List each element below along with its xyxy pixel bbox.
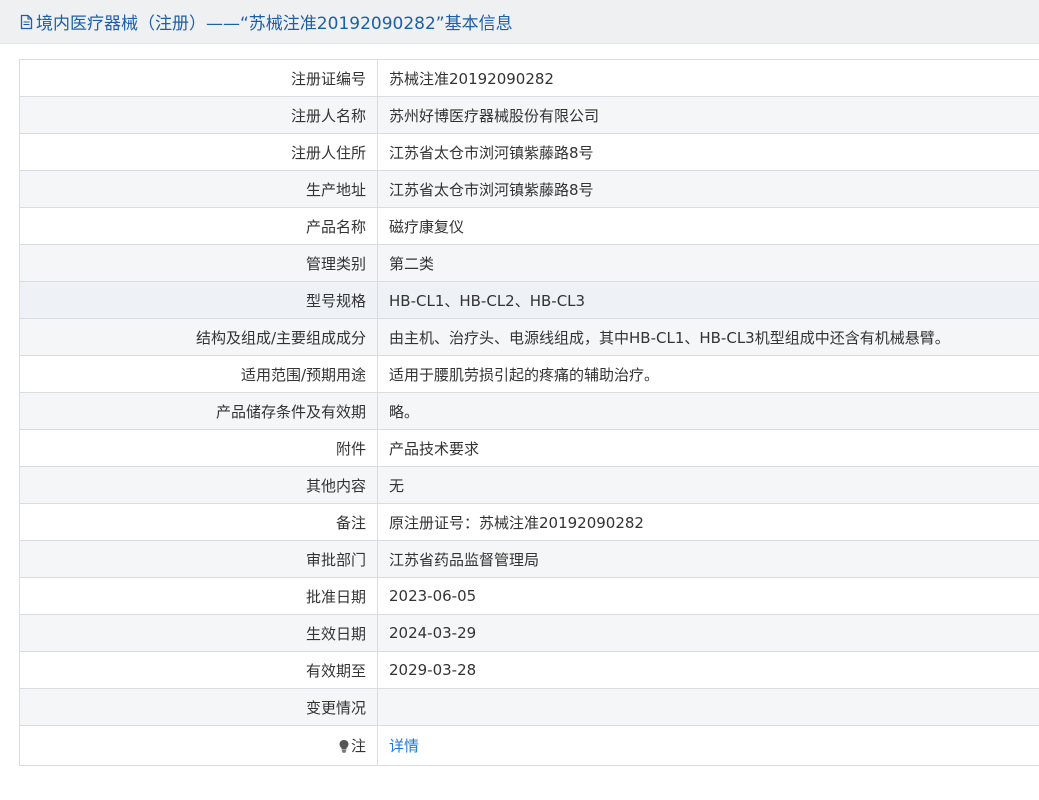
table-row: 其他内容 无 bbox=[19, 466, 1039, 504]
note-label-cell: 注 bbox=[19, 725, 378, 766]
table-row: 注册人名称 苏州好博医疗器械股份有限公司 bbox=[19, 96, 1039, 134]
row-value: 第二类 bbox=[377, 244, 1039, 282]
table-row: 注册证编号 苏械注准20192090282 bbox=[19, 59, 1039, 97]
row-value: 无 bbox=[377, 466, 1039, 504]
row-label: 产品名称 bbox=[19, 207, 378, 245]
page-header: 境内医疗器械（注册）——“苏械注准20192090282”基本信息 bbox=[0, 0, 1039, 44]
row-label: 产品储存条件及有效期 bbox=[19, 392, 378, 430]
page-title: 境内医疗器械（注册）——“苏械注准20192090282”基本信息 bbox=[36, 14, 513, 34]
row-label: 注册证编号 bbox=[19, 59, 378, 97]
row-value: 适用于腰肌劳损引起的疼痛的辅助治疗。 bbox=[377, 355, 1039, 393]
row-value: 2029-03-28 bbox=[377, 651, 1039, 689]
row-value: 由主机、治疗头、电源线组成，其中HB-CL1、HB-CL3机型组成中还含有机械悬… bbox=[377, 318, 1039, 356]
row-label: 结构及组成/主要组成成分 bbox=[19, 318, 378, 356]
table-row: 附件 产品技术要求 bbox=[19, 429, 1039, 467]
row-label: 其他内容 bbox=[19, 466, 378, 504]
row-label: 附件 bbox=[19, 429, 378, 467]
row-value: 苏州好博医疗器械股份有限公司 bbox=[377, 96, 1039, 134]
row-value bbox=[377, 688, 1039, 726]
details-link[interactable]: 详情 bbox=[389, 737, 419, 755]
row-value: 苏械注准20192090282 bbox=[377, 59, 1039, 97]
table-row: 生产地址 江苏省太仓市浏河镇紫藤路8号 bbox=[19, 170, 1039, 208]
row-label: 审批部门 bbox=[19, 540, 378, 578]
lightbulb-icon bbox=[339, 740, 349, 753]
table-row: 审批部门 江苏省药品监督管理局 bbox=[19, 540, 1039, 578]
row-label: 生效日期 bbox=[19, 614, 378, 652]
table-row: 管理类别 第二类 bbox=[19, 244, 1039, 282]
table-row: 备注 原注册证号：苏械注准20192090282 bbox=[19, 503, 1039, 541]
document-icon bbox=[20, 14, 33, 29]
row-value: 原注册证号：苏械注准20192090282 bbox=[377, 503, 1039, 541]
table-row: 产品名称 磁疗康复仪 bbox=[19, 207, 1039, 245]
row-label: 备注 bbox=[19, 503, 378, 541]
table-row: 有效期至 2029-03-28 bbox=[19, 651, 1039, 689]
row-value: 2024-03-29 bbox=[377, 614, 1039, 652]
row-label: 管理类别 bbox=[19, 244, 378, 282]
row-label: 生产地址 bbox=[19, 170, 378, 208]
table-row: 结构及组成/主要组成成分 由主机、治疗头、电源线组成，其中HB-CL1、HB-C… bbox=[19, 318, 1039, 356]
row-label: 有效期至 bbox=[19, 651, 378, 689]
row-label: 注册人名称 bbox=[19, 96, 378, 134]
table-row: 变更情况 bbox=[19, 688, 1039, 726]
table-row: 产品储存条件及有效期 略。 bbox=[19, 392, 1039, 430]
row-value: 江苏省太仓市浏河镇紫藤路8号 bbox=[377, 170, 1039, 208]
table-row: 注册人住所 江苏省太仓市浏河镇紫藤路8号 bbox=[19, 133, 1039, 171]
row-value: 磁疗康复仪 bbox=[377, 207, 1039, 245]
table-row: 生效日期 2024-03-29 bbox=[19, 614, 1039, 652]
row-label: 注册人住所 bbox=[19, 133, 378, 171]
registration-info-table: 注册证编号 苏械注准20192090282 注册人名称 苏州好博医疗器械股份有限… bbox=[19, 59, 1039, 766]
note-label: 注 bbox=[350, 737, 366, 755]
row-label: 型号规格 bbox=[19, 281, 378, 319]
note-value-cell: 详情 bbox=[377, 725, 1039, 766]
note-row: 注 详情 bbox=[19, 725, 1039, 766]
row-value: 江苏省药品监督管理局 bbox=[377, 540, 1039, 578]
row-value: 2023-06-05 bbox=[377, 577, 1039, 615]
table-row: 适用范围/预期用途 适用于腰肌劳损引起的疼痛的辅助治疗。 bbox=[19, 355, 1039, 393]
row-value: 产品技术要求 bbox=[377, 429, 1039, 467]
info-table-body: 注册证编号 苏械注准20192090282 注册人名称 苏州好博医疗器械股份有限… bbox=[19, 59, 1039, 766]
row-value: HB-CL1、HB-CL2、HB-CL3 bbox=[377, 281, 1039, 319]
row-value: 江苏省太仓市浏河镇紫藤路8号 bbox=[377, 133, 1039, 171]
info-table-container: 注册证编号 苏械注准20192090282 注册人名称 苏州好博医疗器械股份有限… bbox=[19, 59, 1039, 766]
row-value: 略。 bbox=[377, 392, 1039, 430]
table-row: 批准日期 2023-06-05 bbox=[19, 577, 1039, 615]
table-row: 型号规格 HB-CL1、HB-CL2、HB-CL3 bbox=[19, 281, 1039, 319]
row-label: 适用范围/预期用途 bbox=[19, 355, 378, 393]
row-label: 批准日期 bbox=[19, 577, 378, 615]
row-label: 变更情况 bbox=[19, 688, 378, 726]
